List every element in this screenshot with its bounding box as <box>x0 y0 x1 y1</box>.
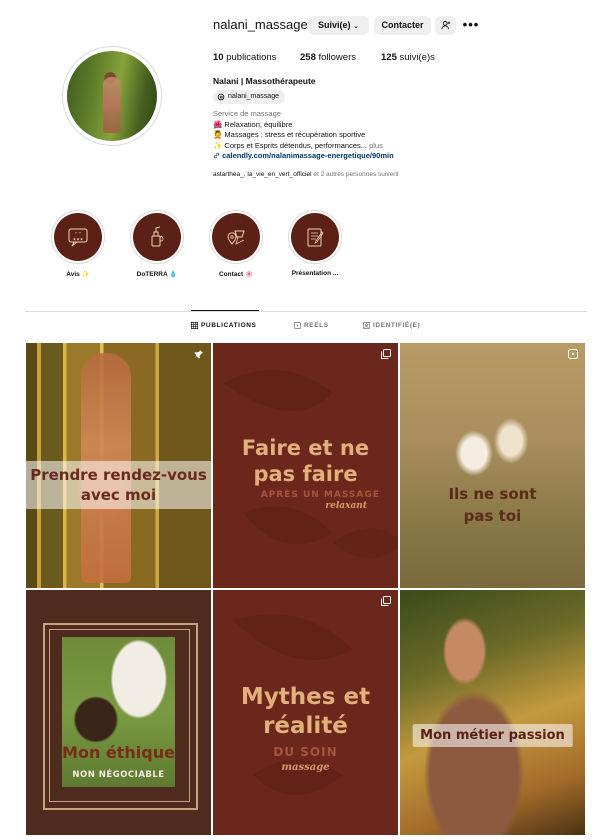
carousel-icon <box>381 596 391 606</box>
post-subtitle: NON NÉGOCIABLE <box>72 770 165 780</box>
threads-handle: nalani_massage <box>228 93 279 100</box>
profile-category: Service de massage <box>213 109 281 118</box>
post-subtitle: APRÈS UN MASSAGE <box>260 490 380 500</box>
following-button[interactable]: Suivi(e) ⌄ <box>308 16 369 35</box>
pinned-icon <box>194 350 203 359</box>
highlight-presentation[interactable]: Présentation ... <box>285 210 345 277</box>
profile-full-name: Nalani | Massothérapeute <box>213 76 316 86</box>
post-photo <box>62 637 175 787</box>
post-tile[interactable]: Faire et ne pas faire APRÈS UN MASSAGE r… <box>213 343 398 588</box>
bio-line-with-more: ✨ Corps et Esprits détendus, performance… <box>213 140 383 150</box>
active-tab-indicator <box>191 310 259 311</box>
profile-bio: Service de massage 🌺 Relaxation, équilib… <box>213 109 394 162</box>
post-title: Mon métier passion <box>412 724 573 747</box>
link-icon <box>213 153 220 159</box>
avatar-image <box>67 51 157 141</box>
contact-button[interactable]: Contacter <box>374 16 431 35</box>
add-user-icon <box>440 21 450 30</box>
post-subtitle: DU SOIN <box>273 745 338 759</box>
post-tile[interactable]: Prendre rendez-vous avec moi <box>26 343 211 588</box>
carousel-icon <box>381 349 391 359</box>
tab-publications[interactable]: PUBLICATIONS <box>191 322 256 329</box>
tagged-icon <box>363 322 370 329</box>
reviews-icon: “ ” ★★★ <box>68 228 88 247</box>
post-title: Mon éthique <box>62 743 175 762</box>
post-tile[interactable]: Ils ne sont pas toi <box>400 343 585 588</box>
highlight-label: Contact 🌸 <box>218 271 254 278</box>
followed-by-text[interactable]: astarthea_, la_vie_en_vert_officiel et 2… <box>213 171 399 178</box>
bio-more-link[interactable]: plus <box>369 141 383 150</box>
posts-count[interactable]: 10 publications <box>213 52 276 63</box>
highlight-avis[interactable]: “ ” ★★★ Avis ✨ <box>48 210 108 278</box>
post-title: Prendre rendez-vous avec moi <box>26 461 211 509</box>
tab-tagged[interactable]: IDENTIFIÉ(E) <box>363 322 420 329</box>
more-options-button[interactable]: ••• <box>462 16 480 35</box>
post-tile[interactable]: Mythes et réalité DU SOIN massage <box>213 590 398 835</box>
post-tile[interactable]: Mon métier passion <box>400 590 585 835</box>
tabs-divider <box>25 311 587 312</box>
profile-avatar[interactable] <box>62 46 162 146</box>
grid-icon <box>191 322 198 329</box>
notebook-icon <box>307 228 324 247</box>
svg-text:★★★: ★★★ <box>73 237 84 242</box>
bio-line: 💆 Massages : stress et récupération spor… <box>213 130 366 140</box>
tab-reels[interactable]: REELS <box>294 322 329 329</box>
suggested-users-button[interactable] <box>435 16 456 35</box>
highlight-label: Avis ✨ <box>66 271 90 278</box>
highlight-label: DoTERRA 💧 <box>136 271 178 278</box>
oil-bottle-icon <box>151 226 164 247</box>
reel-icon <box>568 349 578 359</box>
highlight-contact[interactable]: Contact 🌸 <box>206 210 266 278</box>
highlight-label: Présentation ... <box>291 270 339 277</box>
following-button-label: Suivi(e) <box>318 20 351 30</box>
post-script-text: massage <box>281 762 330 773</box>
location-icon <box>227 230 245 245</box>
post-script-text: relaxant <box>325 501 367 511</box>
post-tile[interactable]: Mon éthique NON NÉGOCIABLE <box>26 590 211 835</box>
reels-icon <box>294 322 301 329</box>
bio-line: 🌺 Relaxation, équilibre <box>213 119 293 129</box>
threads-icon <box>217 93 225 101</box>
profile-username: nalani_massage <box>213 17 308 32</box>
post-title: Ils ne sont pas toi <box>448 485 537 525</box>
followers-count[interactable]: 258 followers <box>300 52 356 63</box>
post-title: Faire et ne pas faire <box>241 436 370 486</box>
chevron-down-icon: ⌄ <box>353 23 359 30</box>
following-count[interactable]: 125 suivi(e)s <box>381 52 435 63</box>
profile-link[interactable]: calendly.com/nalanimassage-energetique/9… <box>213 151 394 162</box>
highlight-doterra[interactable]: DoTERRA 💧 <box>127 210 187 278</box>
post-title: Mythes et réalité <box>240 684 371 739</box>
threads-badge[interactable]: nalani_massage <box>213 90 285 104</box>
